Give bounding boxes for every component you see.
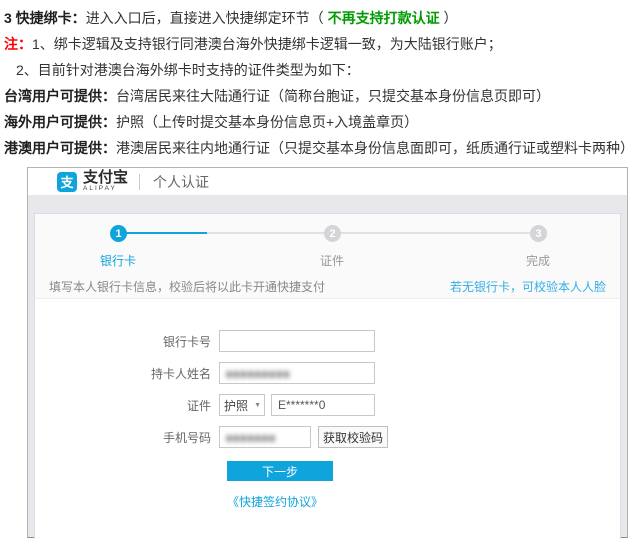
alipay-header: 支 支付宝 ALIPAY 个人认证	[28, 168, 627, 195]
doc-line-1-title: 3 快捷绑卡：	[4, 10, 86, 26]
id-type-select[interactable]: 护照 ▼	[219, 394, 265, 416]
phone-masked-value: ▆▆▆▆▆▆▆	[226, 433, 276, 442]
doc-line-5: 海外用户可提供：护照（上传时提交基本身份信息页+入境盖章页）	[4, 109, 633, 135]
step-1-label: 银行卡	[78, 252, 158, 269]
alipay-logo-icon: 支	[57, 172, 77, 192]
id-type-selected-value: 护照	[224, 397, 248, 414]
next-button-row: 下一步	[227, 461, 620, 481]
stepper-track-progress	[118, 232, 207, 234]
alipay-body: 1 2 3 银行卡 证件 完成 填写本人银行卡信息，校验后将以此卡开通快捷支付 …	[28, 195, 627, 539]
holder-name-input[interactable]: ▆▆▆▆▆▆▆▆▆	[219, 362, 375, 384]
card-number-row: 银行卡号	[35, 330, 620, 352]
doc-line-2: 注：1、绑卡逻辑及支持银行同港澳台海外快捷绑卡逻辑一致，为大陆银行账户；	[4, 31, 633, 57]
get-sms-code-button[interactable]: 获取校验码	[318, 426, 388, 448]
no-payment-verify-highlight: 不再支持打款认证	[328, 10, 440, 26]
agreement-link[interactable]: 《快捷签约协议》	[227, 495, 323, 509]
id-number-input[interactable]	[271, 394, 375, 416]
step-2-label: 证件	[292, 252, 372, 269]
id-document-label: 证件	[35, 397, 219, 414]
phone-row: 手机号码 ▆▆▆▆▆▆▆ 获取校验码	[35, 426, 620, 448]
holder-name-masked-value: ▆▆▆▆▆▆▆▆▆	[226, 369, 290, 378]
agreement-row: 《快捷签约协议》	[227, 493, 620, 511]
bank-card-form: 银行卡号 持卡人姓名 ▆▆▆▆▆▆▆▆▆ 证件 护照 ▼ 手机号码	[35, 299, 620, 511]
main-panel: 1 2 3 银行卡 证件 完成 填写本人银行卡信息，校验后将以此卡开通快捷支付 …	[34, 213, 621, 539]
step-1-circle: 1	[110, 225, 127, 242]
stepper: 1 2 3 银行卡 证件 完成 填写本人银行卡信息，校验后将以此卡开通快捷支付 …	[35, 214, 620, 299]
face-verify-link[interactable]: 若无银行卡，可校验本人人脸	[450, 278, 606, 295]
card-number-label: 银行卡号	[35, 333, 219, 350]
step-3-circle: 3	[530, 225, 547, 242]
phone-input[interactable]: ▆▆▆▆▆▆▆	[219, 426, 311, 448]
header-divider	[139, 174, 140, 190]
alipay-screenshot-card: 支 支付宝 ALIPAY 个人认证 1 2 3 银行卡 证件 完成 填写本人银行…	[27, 167, 628, 538]
step-3-label: 完成	[498, 252, 578, 269]
chevron-down-icon: ▼	[254, 402, 261, 409]
doc-text-block: 3 快捷绑卡：进入入口后，直接进入快捷绑定环节（ 不再支持打款认证 ） 注：1、…	[0, 0, 633, 161]
brand-name-en: ALIPAY	[83, 186, 128, 193]
doc-line-3: 2、目前针对港澳台海外绑卡时支持的证件类型为如下：	[4, 57, 633, 83]
holder-name-label: 持卡人姓名	[35, 365, 219, 382]
page-title: 个人认证	[153, 172, 209, 192]
step-info-text: 填写本人银行卡信息，校验后将以此卡开通快捷支付	[49, 278, 325, 295]
doc-line-1: 3 快捷绑卡：进入入口后，直接进入快捷绑定环节（ 不再支持打款认证 ）	[4, 5, 633, 31]
card-number-input[interactable]	[219, 330, 375, 352]
note-label: 注：	[4, 36, 32, 52]
doc-line-6: 港澳用户可提供：港澳居民来往内地通行证（只提交基本身份信息面即可，纸质通行证或塑…	[4, 135, 633, 161]
next-step-button[interactable]: 下一步	[227, 461, 333, 481]
doc-line-4: 台湾用户可提供：台湾居民来往大陆通行证（简称台胞证，只提交基本身份信息页即可）	[4, 83, 633, 109]
holder-name-row: 持卡人姓名 ▆▆▆▆▆▆▆▆▆	[35, 362, 620, 384]
id-document-row: 证件 护照 ▼	[35, 394, 620, 416]
alipay-brand: 支付宝 ALIPAY	[83, 170, 128, 193]
brand-name-cn: 支付宝	[83, 170, 128, 185]
step-2-circle: 2	[324, 225, 341, 242]
phone-label: 手机号码	[35, 429, 219, 446]
